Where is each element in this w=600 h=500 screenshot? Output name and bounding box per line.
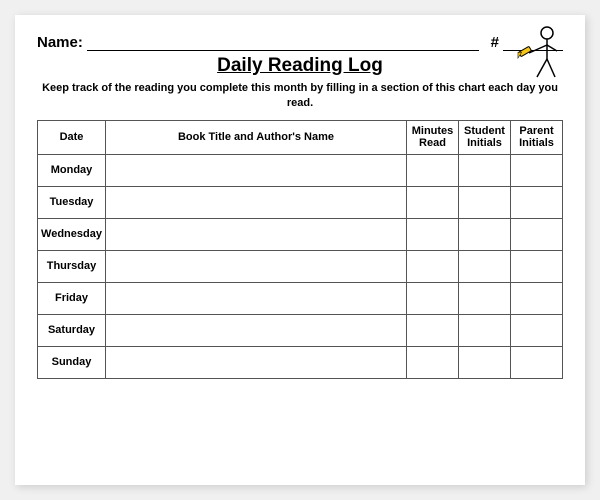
col-header-parent: Parent Initials <box>511 120 563 154</box>
minutes-cell[interactable] <box>407 282 459 314</box>
book-cell[interactable] <box>106 218 407 250</box>
table-row: Wednesday <box>38 218 563 250</box>
table-row: Sunday <box>38 346 563 378</box>
student-initials-cell[interactable] <box>459 154 511 186</box>
book-cell[interactable] <box>106 186 407 218</box>
table-row: Thursday <box>38 250 563 282</box>
day-label: Saturday <box>38 314 106 346</box>
book-cell[interactable] <box>106 314 407 346</box>
student-initials-cell[interactable] <box>459 346 511 378</box>
parent-initials-cell[interactable] <box>511 314 563 346</box>
parent-initials-cell[interactable] <box>511 218 563 250</box>
reading-figure <box>515 25 563 91</box>
col-header-date: Date <box>38 120 106 154</box>
student-initials-cell[interactable] <box>459 282 511 314</box>
student-initials-cell[interactable] <box>459 250 511 282</box>
book-cell[interactable] <box>106 346 407 378</box>
parent-initials-cell[interactable] <box>511 282 563 314</box>
book-cell[interactable] <box>106 154 407 186</box>
minutes-cell[interactable] <box>407 154 459 186</box>
student-initials-cell[interactable] <box>459 314 511 346</box>
parent-initials-cell[interactable] <box>511 186 563 218</box>
page-subtitle: Keep track of the reading you complete t… <box>37 81 563 112</box>
col-header-book: Book Title and Author's Name <box>106 120 407 154</box>
minutes-cell[interactable] <box>407 186 459 218</box>
parent-initials-cell[interactable] <box>511 250 563 282</box>
day-label: Wednesday <box>38 218 106 250</box>
minutes-cell[interactable] <box>407 250 459 282</box>
student-initials-cell[interactable] <box>459 218 511 250</box>
day-label: Friday <box>38 282 106 314</box>
table-row: Tuesday <box>38 186 563 218</box>
name-line: Name: # <box>37 33 563 51</box>
parent-initials-cell[interactable] <box>511 154 563 186</box>
name-underline-field <box>87 33 479 51</box>
table-row: Friday <box>38 282 563 314</box>
minutes-cell[interactable] <box>407 218 459 250</box>
table-header-row: Date Book Title and Author's Name Minute… <box>38 120 563 154</box>
table-row: Saturday <box>38 314 563 346</box>
col-header-student: Student Initials <box>459 120 511 154</box>
hash-label: # <box>491 34 499 51</box>
day-label: Monday <box>38 154 106 186</box>
day-label: Thursday <box>38 250 106 282</box>
book-cell[interactable] <box>106 250 407 282</box>
book-cell[interactable] <box>106 282 407 314</box>
table-row: Monday <box>38 154 563 186</box>
name-label: Name: <box>37 34 83 51</box>
page-title: Daily Reading Log <box>37 55 563 77</box>
parent-initials-cell[interactable] <box>511 346 563 378</box>
col-header-minutes: Minutes Read <box>407 120 459 154</box>
reading-log-table: Date Book Title and Author's Name Minute… <box>37 120 563 379</box>
minutes-cell[interactable] <box>407 314 459 346</box>
student-initials-cell[interactable] <box>459 186 511 218</box>
day-label: Tuesday <box>38 186 106 218</box>
page: Name: # Daily Reading Log Keep track of … <box>15 15 585 485</box>
minutes-cell[interactable] <box>407 346 459 378</box>
day-label: Sunday <box>38 346 106 378</box>
